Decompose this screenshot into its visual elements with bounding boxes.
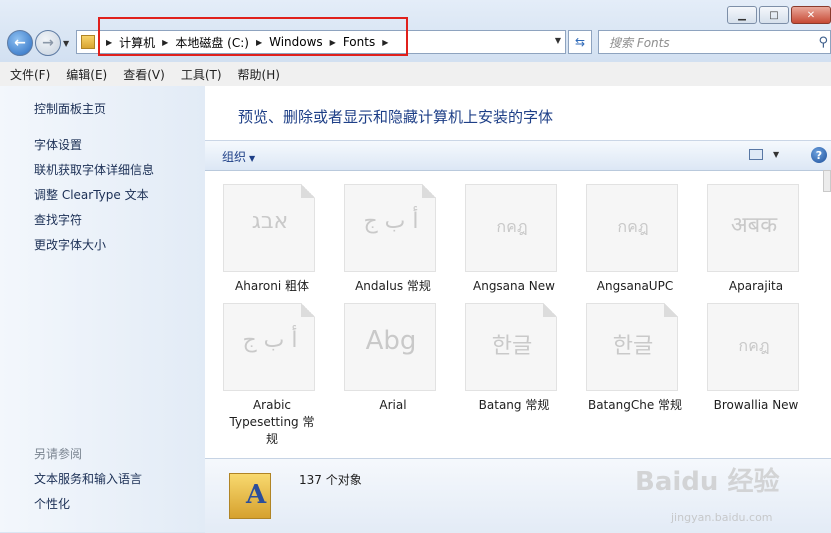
item-count: 137 个对象 [299,473,362,487]
maximize-button[interactable]: □ [759,6,789,24]
window-chrome: ▁ □ ✕ ← → ▼ ▶ 计算机 ▶ 本地磁盘 (C:) ▶ Windows … [0,0,831,62]
watermark: Baidu 经验 [635,467,780,497]
font-sample: أ ب ج [242,328,298,353]
font-preview-icon: 한글 [465,303,557,391]
navigation-pane: 控制面板主页 字体设置 联机获取字体详细信息 调整 ClearType 文本 查… [0,86,205,532]
font-sample: กคฎ [738,336,770,355]
control-panel-home-link[interactable]: 控制面板主页 [34,100,106,117]
font-preview-icon: أ ب ج [344,184,436,272]
close-button[interactable]: ✕ [791,6,831,24]
font-name: Arial [379,398,407,412]
chevron-down-icon: ▼ [249,154,256,163]
organize-button[interactable]: 组织 ▼ [222,148,255,165]
help-icon[interactable]: ? [811,147,827,163]
search-icon[interactable]: ⚲ [818,35,828,50]
font-sample: אבג [251,209,289,234]
watermark-url: jingyan.baidu.com [671,511,773,524]
font-name: AngsanaUPC [596,279,674,293]
find-character-link[interactable]: 查找字符 [34,211,82,228]
folder-icon [81,35,95,49]
adjust-cleartype-link[interactable]: 调整 ClearType 文本 [34,186,149,203]
search-input[interactable]: 搜索 Fonts ⚲ [598,30,831,54]
see-also-heading: 另请参阅 [34,447,83,461]
back-button[interactable]: ← [7,30,33,56]
get-font-info-online-link[interactable]: 联机获取字体详细信息 [34,161,154,178]
refresh-button[interactable]: ⇆ [568,30,592,54]
font-name: BatangChe 常规 [587,398,683,412]
font-name: Aharoni 粗体 [235,279,309,293]
font-name: Aparajita [728,279,784,293]
minimize-button[interactable]: ▁ [727,6,757,24]
font-preview-icon: 한글 [586,303,678,391]
font-family-stack-icon: Abg [344,292,449,391]
chevron-down-icon[interactable]: ▼ [773,150,779,159]
change-view-icon[interactable] [749,149,763,160]
font-sample: กคฎ [496,217,528,236]
chevron-down-icon[interactable]: ▼ [555,36,561,45]
font-family-stack-icon: กคฎ [586,173,691,272]
change-font-size-link[interactable]: 更改字体大小 [34,236,106,253]
scrollbar[interactable] [823,170,831,192]
search-placeholder: 搜索 Fonts [609,35,670,50]
font-name: Batang 常规 [478,398,550,412]
highlight-box [98,17,408,56]
window-controls: ▁ □ ✕ [727,6,831,24]
personalization-link[interactable]: 个性化 [34,495,70,512]
font-sample: 한글 [612,334,654,359]
font-sample: 한글 [491,334,533,359]
menu-help[interactable]: 帮助(H) [228,66,286,83]
page-title: 预览、删除或者显示和隐藏计算机上安装的字体 [238,108,554,126]
command-bar: 组织 ▼ ▼ ? [205,140,831,171]
font-sample: أ ب ج [363,209,419,234]
menu-tools[interactable]: 工具(T) [171,66,228,83]
details-pane: A 137 个对象 Baidu 经验 jingyan.baidu.com [205,458,831,533]
font-family-stack-icon: กคฎ [465,173,570,272]
history-dropdown-icon[interactable]: ▼ [63,39,69,48]
fonts-folder-icon: A [229,473,271,519]
menu-edit[interactable]: 编辑(E) [56,66,113,83]
forward-button[interactable]: → [35,30,61,56]
font-sample: Abg [365,326,417,356]
text-services-link[interactable]: 文本服务和输入语言 [34,470,142,487]
font-name: Angsana New [473,279,555,293]
organize-label: 组织 [222,150,247,164]
font-family-stack-icon: अबक [707,173,812,272]
content-pane: 预览、删除或者显示和隐藏计算机上安装的字体 组织 ▼ ▼ ? אבג Aharon… [205,86,831,533]
font-sample: अबक [730,213,778,238]
menu-file[interactable]: 文件(F) [0,66,56,83]
font-name: Browallia New [713,398,799,412]
font-preview-icon: أ ب ج [223,303,315,391]
font-letter-icon: A [246,480,267,510]
menu-view[interactable]: 查看(V) [113,66,171,83]
font-settings-link[interactable]: 字体设置 [34,136,82,153]
menu-bar: 文件(F) 编辑(E) 查看(V) 工具(T) 帮助(H) [0,62,831,87]
font-name: Andalus 常规 [355,279,431,293]
font-grid: אבג Aharoni 粗体 أ ب ج Andalus 常规 กคฎ Angs… [205,170,825,458]
font-family-stack-icon: กคฎ [707,292,812,391]
font-sample: กคฎ [617,217,649,236]
font-preview-icon: אבג [223,184,315,272]
font-name: Arabic Typesetting 常规 [229,398,315,446]
